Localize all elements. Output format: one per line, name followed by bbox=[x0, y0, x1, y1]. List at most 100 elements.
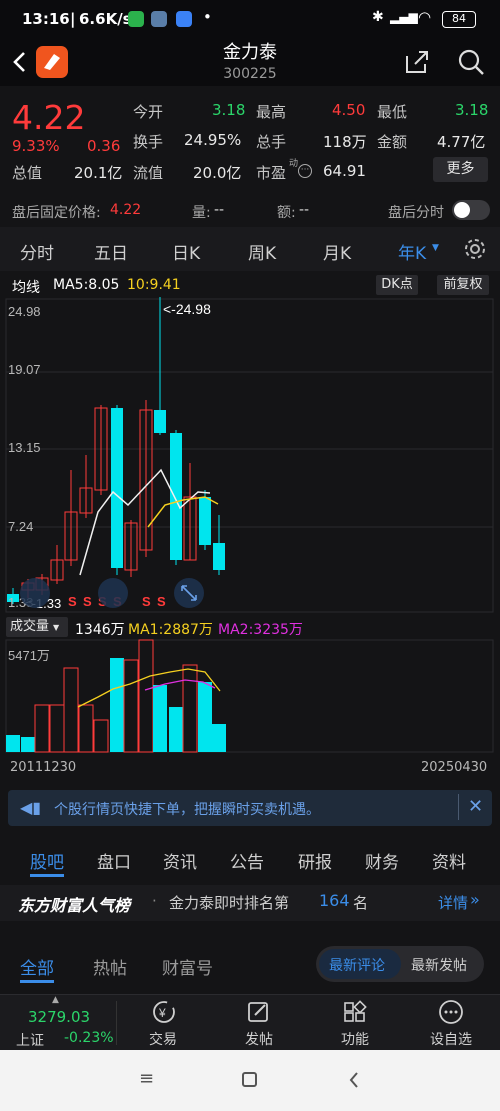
chevron-right-icon: » bbox=[470, 890, 480, 909]
watchlist-icon[interactable] bbox=[437, 998, 465, 1026]
indicator-select[interactable]: 成交量 ▼ bbox=[6, 617, 68, 637]
home-icon[interactable] bbox=[242, 1072, 257, 1087]
net-speed: 6.6K/s bbox=[79, 10, 132, 28]
candle-body bbox=[170, 433, 182, 560]
signal-s: S bbox=[157, 594, 166, 609]
y-tick: 7.24 bbox=[8, 519, 33, 534]
share-icon[interactable] bbox=[403, 48, 431, 76]
indicator-label: 成交量 bbox=[10, 619, 50, 634]
volume-bar bbox=[182, 664, 198, 753]
candle-body bbox=[154, 410, 166, 433]
after-hours-toggle[interactable] bbox=[452, 200, 490, 220]
more-button[interactable]: 更多 bbox=[433, 157, 488, 182]
tab-all[interactable]: 全部 bbox=[20, 954, 54, 979]
tab-research[interactable]: 研报 bbox=[298, 848, 332, 873]
pe-sup: 动 bbox=[289, 159, 299, 169]
caret-down-icon: ▼ bbox=[53, 623, 60, 632]
date-end: 20250430 bbox=[421, 760, 488, 775]
tab-monthly[interactable]: 月K bbox=[323, 239, 351, 264]
stock-header: 金力泰 300225 bbox=[0, 38, 500, 86]
tab-weekly[interactable]: 周K bbox=[248, 239, 276, 264]
tab-yearly[interactable]: 年K bbox=[398, 239, 426, 264]
ma-legend: 均线 MA5:8.05 10:9.41 bbox=[0, 273, 500, 297]
zoom-out-icon[interactable] bbox=[20, 578, 50, 608]
tab-profile[interactable]: 资料 bbox=[432, 848, 466, 873]
active-feed-underline bbox=[20, 980, 54, 983]
candle-body bbox=[213, 543, 225, 570]
search-icon[interactable] bbox=[456, 47, 486, 77]
adjust-button[interactable]: 前复权 bbox=[437, 275, 489, 295]
index-change: -0.23% bbox=[64, 1030, 114, 1046]
settings-icon[interactable] bbox=[463, 237, 487, 261]
low-label: 最低 bbox=[377, 103, 408, 121]
sort-latest-post[interactable]: 最新发帖 bbox=[411, 955, 467, 975]
tab-daily[interactable]: 日K bbox=[172, 239, 200, 264]
trade-icon[interactable]: ¥ bbox=[150, 999, 178, 1025]
index-name: 上证 bbox=[16, 1033, 44, 1049]
max-marker: <-24.98 bbox=[163, 301, 211, 317]
signal-s: S bbox=[68, 594, 77, 609]
amount-value: 4.77亿 bbox=[437, 133, 486, 151]
open-label: 今开 bbox=[133, 103, 164, 121]
rank-detail-link[interactable]: 详情 bbox=[438, 892, 468, 913]
trade-button[interactable]: 交易 bbox=[133, 1029, 193, 1049]
tab-announce[interactable]: 公告 bbox=[230, 848, 264, 873]
ma-label: 均线 bbox=[12, 280, 40, 296]
watchlist-button[interactable]: 设自选 bbox=[421, 1029, 481, 1049]
active-tab-underline bbox=[30, 874, 64, 877]
promo-banner[interactable]: ◀▮ 个股行情页快捷下单，把握瞬时买卖机遇。 ✕ bbox=[8, 790, 492, 826]
volume-bar bbox=[169, 707, 183, 752]
rank-brand: 东方财富人气榜 bbox=[18, 896, 131, 915]
sort-latest-comment[interactable]: 最新评论 bbox=[329, 955, 385, 975]
tab-fortune[interactable]: 财富号 bbox=[162, 954, 213, 979]
post-button[interactable]: 发帖 bbox=[229, 1029, 289, 1049]
candle-body bbox=[111, 408, 123, 568]
tab-5day[interactable]: 五日 bbox=[94, 239, 128, 264]
popularity-rank[interactable]: 东方财富人气榜 · 金力泰即时排名第 164 名 详情 » bbox=[0, 885, 500, 921]
y-tick: 24.98 bbox=[8, 304, 41, 319]
volume-ma2: MA2:3235万 bbox=[218, 622, 303, 638]
bottom-toolbar: ▲ 3279.03 上证 -0.23% ¥ 交易 发帖 功能 设自选 bbox=[0, 994, 500, 1050]
wechat-icon bbox=[128, 11, 144, 27]
volume-max: 5471万 bbox=[8, 648, 50, 663]
rank-unit: 名 bbox=[353, 894, 369, 912]
tab-intraday[interactable]: 分时 bbox=[20, 239, 54, 264]
tab-forum[interactable]: 股吧 bbox=[30, 848, 64, 873]
post-icon[interactable] bbox=[245, 999, 273, 1025]
volume-bar bbox=[21, 737, 35, 752]
close-icon[interactable]: ✕ bbox=[468, 796, 483, 817]
kline-chart[interactable]: 24.98 19.07 13.15 7.24 1.33 <-24.98 <-1.… bbox=[0, 297, 500, 617]
pe-label: 市盈 bbox=[256, 164, 287, 182]
mcap-label: 总值 bbox=[12, 164, 43, 182]
after-vol-label: 量: bbox=[192, 205, 211, 221]
bluetooth-icon: ✱ bbox=[372, 9, 384, 25]
volume-bar bbox=[6, 735, 20, 752]
tab-finance[interactable]: 财务 bbox=[365, 848, 399, 873]
y-tick: 13.15 bbox=[8, 440, 41, 455]
change-pct: 9.33% bbox=[12, 137, 60, 155]
status-bar: 13:16 | 6.6K/s • ✱ ▂▄▆ ◠ 84 bbox=[0, 0, 500, 38]
after-amt-label: 额: bbox=[277, 205, 296, 221]
tab-news[interactable]: 资讯 bbox=[163, 848, 197, 873]
back-nav-icon[interactable] bbox=[348, 1070, 360, 1090]
volume-chart[interactable]: 5471万 bbox=[0, 639, 500, 754]
high-value: 4.50 bbox=[332, 101, 366, 119]
low-value: 3.18 bbox=[455, 101, 489, 119]
tab-hot[interactable]: 热帖 bbox=[93, 954, 127, 979]
function-button[interactable]: 功能 bbox=[325, 1029, 385, 1049]
dk-button[interactable]: DK点 bbox=[376, 275, 418, 295]
sort-segment: 最新评论 最新发帖 bbox=[316, 946, 484, 982]
function-icon[interactable] bbox=[341, 999, 369, 1025]
volume-bar bbox=[153, 685, 167, 752]
menu-icon[interactable]: ≡ bbox=[139, 1068, 154, 1089]
volume-bar bbox=[110, 658, 124, 752]
index-value[interactable]: 3279.03 bbox=[28, 1008, 90, 1026]
volume-value: 118万 bbox=[323, 133, 367, 151]
current-price: 4.22 bbox=[12, 98, 86, 137]
after-tick-label: 盘后分时 bbox=[388, 205, 444, 221]
tab-handicap[interactable]: 盘口 bbox=[97, 848, 131, 873]
info-icon[interactable]: ··· bbox=[298, 164, 312, 178]
open-value: 3.18 bbox=[212, 101, 246, 119]
scroll-icon[interactable] bbox=[98, 578, 128, 608]
volume-bar bbox=[198, 682, 212, 752]
